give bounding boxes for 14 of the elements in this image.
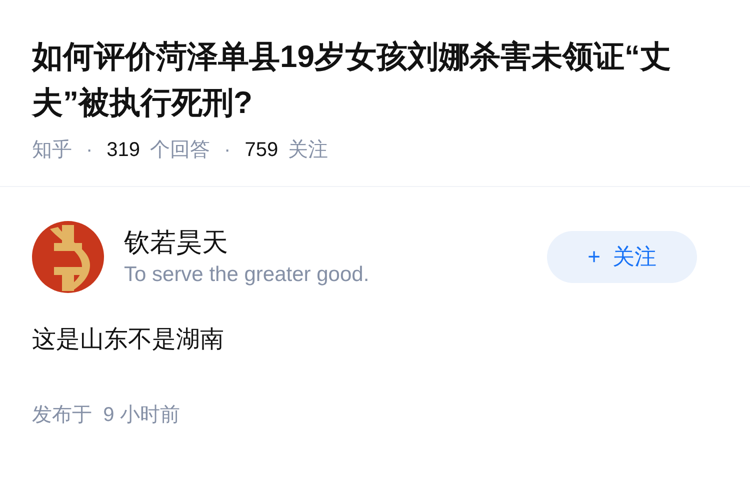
answer-count-label: 个回答 [150, 138, 210, 163]
answer-text: 这是山东不是湖南 [32, 325, 225, 355]
separator-dot: · [86, 138, 93, 163]
publish-time: 发布于 9 小时前 [32, 403, 180, 428]
question-title: 如何评价菏泽单县19岁女孩刘娜杀害未领证“丈夫”被执行死刑? [32, 38, 672, 122]
answer-count: 319 [106, 138, 140, 163]
avatar-icon[interactable] [32, 221, 104, 293]
follow-button[interactable]: + 关注 [547, 231, 697, 283]
source-label: 知乎 [32, 138, 72, 163]
author-bio: To serve the greater good. [124, 262, 370, 288]
separator-dot: · [224, 138, 231, 163]
author-name[interactable]: 钦若昊天 [124, 225, 547, 259]
follower-count-label: 关注 [288, 138, 328, 163]
follower-count: 759 [244, 138, 278, 163]
